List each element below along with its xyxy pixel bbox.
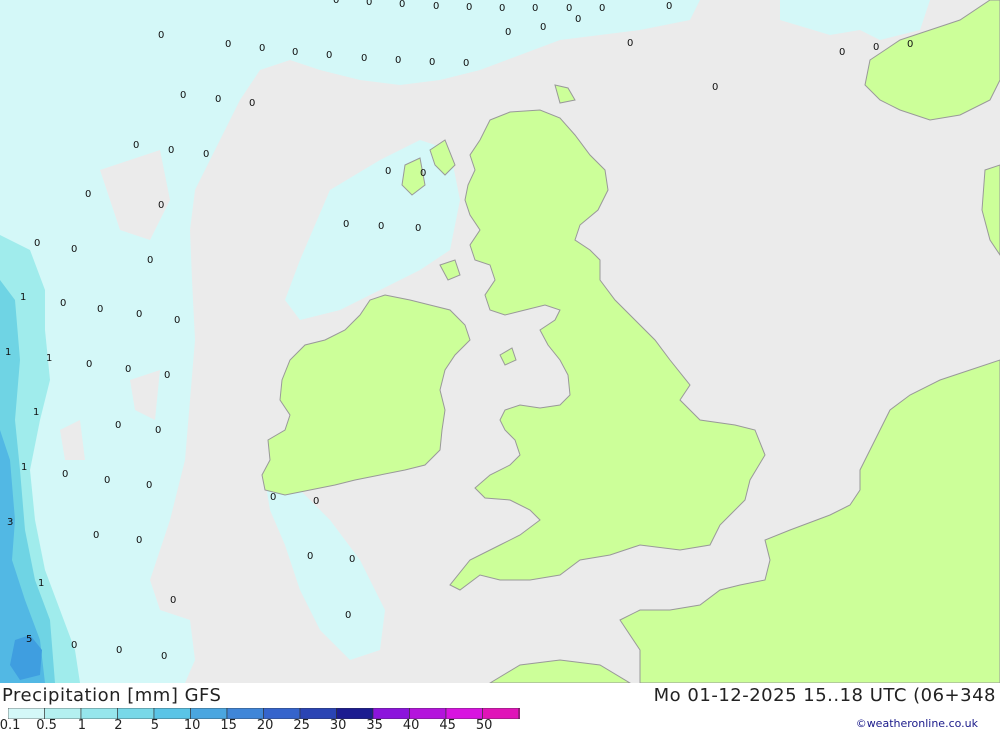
precip-value: 0: [71, 640, 77, 651]
color-scale-label: 45: [439, 718, 456, 733]
precip-value: 0: [420, 168, 426, 179]
precip-value: 0: [170, 595, 176, 606]
precip-value: 1: [46, 353, 52, 364]
color-scale-label: 2: [114, 718, 123, 733]
precip-value: 0: [366, 0, 372, 8]
precipitation-map[interactable]: 0 0 0 0 0 0 0 0 0 0 0 0 0 0 0 0 0 0 0 0 …: [0, 0, 1000, 683]
precip-value: 0: [540, 22, 546, 33]
precip-value: 0: [378, 221, 384, 232]
precip-value: 0: [97, 304, 103, 315]
precip-value: 0: [116, 645, 122, 656]
precip-value: 0: [174, 315, 180, 326]
color-scale-label: 20: [256, 718, 274, 733]
precip-value: 0: [907, 39, 913, 50]
precip-value: 0: [532, 3, 538, 14]
precip-value: 0: [158, 200, 164, 211]
precip-value: 0: [429, 57, 435, 68]
precip-value: 0: [133, 140, 139, 151]
color-scale-label: 25: [293, 718, 310, 733]
precip-value: 0: [385, 166, 391, 177]
precip-value: 0: [146, 480, 152, 491]
precip-value: 0: [505, 27, 511, 38]
precip-value: 0: [466, 2, 472, 13]
precip-value: 0: [259, 43, 265, 54]
precip-value: 0: [499, 3, 505, 14]
precip-value: 1: [21, 462, 27, 473]
credit-link[interactable]: ©weatheronline.co.uk: [856, 717, 978, 730]
precip-value: 0: [155, 425, 161, 436]
precip-value: 0: [361, 53, 367, 64]
precip-value: 0: [164, 370, 170, 381]
precip-value: 0: [575, 14, 581, 25]
precip-value: 0: [463, 58, 469, 69]
color-scale-label: 30: [329, 718, 347, 733]
precip-value: 0: [203, 149, 209, 160]
precip-value: 0: [161, 651, 167, 662]
precip-value: 0: [415, 223, 421, 234]
precip-value: 1: [5, 347, 11, 358]
precip-value: 0: [873, 42, 879, 53]
precip-value: 3: [7, 517, 13, 528]
precip-value: 0: [666, 1, 672, 12]
precip-value: 0: [627, 38, 633, 49]
precip-value: 0: [225, 39, 231, 50]
precip-value: 0: [125, 364, 131, 375]
precip-value: 0: [349, 554, 355, 565]
precip-value: 0: [839, 47, 845, 58]
color-scale-labels: 0.1 0.5 1 2 5 10 15 20 25 30 35 40 45 50: [0, 718, 520, 734]
color-scale-label: 35: [366, 718, 383, 733]
precip-value: 0: [215, 94, 221, 105]
precip-value: 0: [60, 298, 66, 309]
precip-value: 0: [147, 255, 153, 266]
precip-value: 1: [20, 292, 26, 303]
precip-value: 0: [115, 420, 121, 431]
precip-value: 1: [38, 578, 44, 589]
precip-value: 0: [399, 0, 405, 10]
precip-value: 0: [343, 219, 349, 230]
precip-value: 0: [62, 469, 68, 480]
precip-value: 0: [180, 90, 186, 101]
precip-value: 0: [34, 238, 40, 249]
precip-value: 0: [93, 530, 99, 541]
precip-value: 0: [599, 3, 605, 14]
precip-value: 0: [86, 359, 92, 370]
color-scale-label: 1: [77, 718, 86, 733]
color-scale-label: 50: [475, 718, 493, 733]
color-scale-label: 15: [220, 718, 237, 733]
precip-value: 0: [270, 492, 276, 503]
precip-value: 0: [104, 475, 110, 486]
color-scale-label: 0.5: [36, 718, 57, 733]
valid-time: Mo 01-12-2025 15..18 UTC (06+348: [653, 685, 996, 706]
precip-value: 0: [168, 145, 174, 156]
precip-value: 0: [712, 82, 718, 93]
precip-value: 5: [26, 634, 32, 645]
precip-value: 0: [566, 3, 572, 14]
precip-value: 0: [313, 496, 319, 507]
precip-value: 0: [292, 47, 298, 58]
color-scale-label: 40: [402, 718, 420, 733]
precip-value: 0: [136, 535, 142, 546]
precip-value: 0: [433, 1, 439, 12]
color-scale-label: 10: [183, 718, 201, 733]
map-title: Precipitation [mm] GFS: [2, 685, 222, 706]
map-canvas: 0 0 0 0 0 0 0 0 0 0 0 0 0 0 0 0 0 0 0 0 …: [0, 0, 1000, 683]
precip-value: 0: [345, 610, 351, 621]
precip-value: 0: [85, 189, 91, 200]
precip-value: 0: [136, 309, 142, 320]
map-footer: Precipitation [mm] GFS Mo 01-12-2025 15.…: [0, 683, 1000, 733]
precip-value: 0: [333, 0, 339, 6]
color-scale-label: 0.1: [0, 718, 21, 733]
precip-value: 0: [158, 30, 164, 41]
precip-value: 0: [249, 98, 255, 109]
color-scale-label: 5: [150, 718, 159, 733]
precip-value: 1: [33, 407, 39, 418]
precip-value: 0: [326, 50, 332, 61]
precip-value: 0: [395, 55, 401, 66]
precip-value: 0: [71, 244, 77, 255]
precip-value: 0: [307, 551, 313, 562]
